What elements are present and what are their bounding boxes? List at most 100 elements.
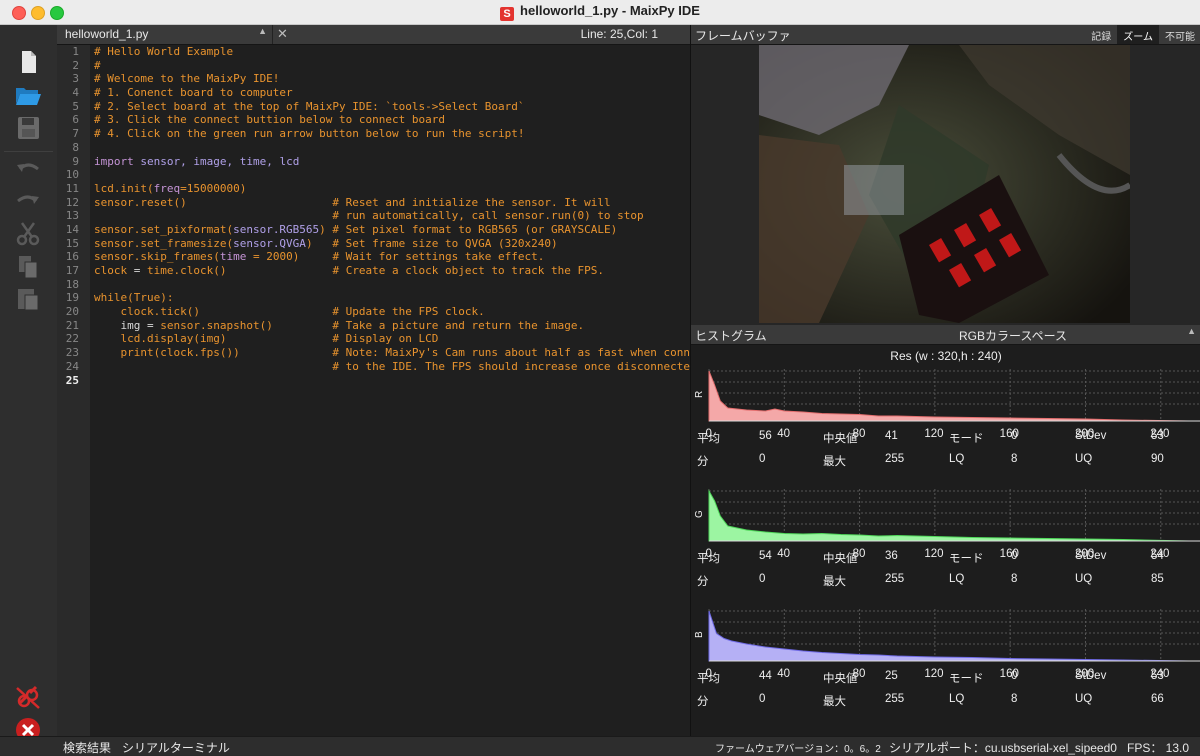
- code-line[interactable]: # Welcome to the MaixPy IDE!: [94, 72, 690, 86]
- file-selector[interactable]: helloworld_1.py ▲: [57, 25, 273, 44]
- firmware-version: ファームウェアバージョン：0。6。2: [715, 744, 881, 755]
- stats-row: 平均 44 中央値 25 モード 0 StDev 53: [691, 670, 1200, 688]
- code-line[interactable]: lcd.display(img) # Display on LCD: [94, 332, 690, 346]
- stat-label: LQ: [949, 453, 965, 465]
- code-token: #: [94, 58, 101, 72]
- code-line[interactable]: sensor.skip_frames(time = 2000) # Wait f…: [94, 250, 690, 264]
- code-line[interactable]: [94, 168, 690, 182]
- status-bar: 検索結果 シリアルターミナル ファームウェアバージョン：0。6。2 シリアルポー…: [0, 736, 1200, 755]
- stat-value: 90: [1151, 453, 1164, 465]
- code-line[interactable]: [94, 374, 690, 388]
- stats-row: 平均 56 中央値 41 モード 0 StDev 53: [691, 430, 1200, 448]
- code-token: time.clock(): [147, 264, 227, 277]
- code-line[interactable]: # 3. Click the connect buttion below to …: [94, 113, 690, 127]
- code-line[interactable]: # 2. Select board at the top of MaixPy I…: [94, 100, 690, 114]
- code-token: # 1. Conenct board to computer: [94, 86, 293, 100]
- code-line[interactable]: import sensor, image, time, lcd: [94, 155, 690, 169]
- redo-icon[interactable]: [14, 189, 42, 215]
- code-token: sensor.reset(): [94, 195, 187, 209]
- disable-button[interactable]: 不可能: [1159, 25, 1200, 44]
- stat-value: 8: [1011, 693, 1018, 705]
- code-line[interactable]: [94, 278, 690, 292]
- code-token: # Hello World Example: [94, 45, 234, 58]
- stat-label: 中央値: [823, 553, 858, 565]
- stat-label: 中央値: [823, 433, 858, 445]
- copy-icon[interactable]: [14, 254, 42, 280]
- code-line[interactable]: # to the IDE. The FPS should increase on…: [94, 360, 703, 374]
- histogram-g-plot: G: [694, 489, 1200, 542]
- code-area[interactable]: # Hello World Example # # Welcome to the M…: [94, 45, 723, 388]
- right-panel: フレームバッファ 記録 ズーム 不可能 ヒストグラム RGBカラースペース ▲ …: [690, 25, 1200, 736]
- disconnected-icon[interactable]: [14, 685, 42, 711]
- line-number: 11: [65, 181, 79, 195]
- stat-label: LQ: [949, 573, 965, 585]
- stats-row: 平均 54 中央値 36 モード 0 StDev 54: [691, 550, 1200, 568]
- stat-label: StDev: [1075, 430, 1107, 442]
- line-number: 3: [72, 72, 79, 86]
- code-line[interactable]: # Hello World Example: [94, 45, 690, 59]
- search-results-tab[interactable]: 検索結果: [63, 739, 111, 756]
- code-line[interactable]: sensor.set_framesize(sensor.QVGA) # Set …: [94, 237, 690, 251]
- code-line[interactable]: while(True):: [94, 291, 690, 305]
- code-line[interactable]: # 1. Conenct board to computer: [94, 86, 690, 100]
- code-token: sensor.RGB565: [233, 222, 320, 236]
- line-number: 8: [72, 140, 79, 154]
- code-editor[interactable]: helloworld_1.py ▲ ✕ Line: 25,Col: 1 1234…: [57, 25, 723, 736]
- code-token: # Set pixel format to RGB565 (or GRAYSCA…: [325, 222, 618, 236]
- code-token: # Set frame size to QVGA (320x240): [312, 236, 558, 250]
- stat-value: 0: [759, 693, 766, 705]
- code-line[interactable]: [94, 141, 690, 155]
- new-file-icon[interactable]: [14, 49, 42, 75]
- close-file-icon[interactable]: ✕: [277, 26, 288, 42]
- updown-arrow-icon[interactable]: ▲: [1187, 326, 1196, 336]
- app-logo-icon: S: [500, 7, 515, 21]
- code-line[interactable]: clock.tick() # Update the FPS clock.: [94, 305, 690, 319]
- histogram-r-plot: R: [694, 369, 1200, 422]
- code-token: time: [219, 250, 247, 264]
- paste-icon[interactable]: [14, 286, 42, 312]
- code-token: print(clock.fps()): [94, 346, 240, 360]
- serial-port[interactable]: シリアルポート：cu.usbserial-xel_sipeed0: [889, 739, 1117, 756]
- code-line[interactable]: print(clock.fps()) # Note: MaixPy's Cam …: [94, 346, 723, 360]
- stat-value: 53: [1151, 670, 1164, 682]
- code-token: # Update the FPS clock.: [199, 305, 485, 319]
- camera-frame: [759, 45, 1130, 323]
- histogram-title: ヒストグラム: [695, 329, 767, 343]
- code-line[interactable]: # run automatically, call sensor.run(0) …: [94, 209, 690, 223]
- line-number: 10: [65, 168, 79, 182]
- code-line[interactable]: sensor.reset() # Reset and initialize th…: [94, 196, 690, 210]
- line-number: 4: [72, 86, 79, 100]
- histogram-r-area: [708, 370, 1190, 422]
- code-line[interactable]: lcd.init(freq=15000000): [94, 182, 690, 196]
- left-toolbar: [0, 25, 58, 742]
- undo-icon[interactable]: [14, 157, 42, 183]
- code-token: clock: [94, 264, 128, 277]
- code-token: sensor.QVGA: [233, 236, 306, 250]
- line-number: 5: [72, 99, 79, 113]
- code-token: # 2. Select board at the top of MaixPy I…: [94, 99, 525, 113]
- record-button[interactable]: 記録: [1085, 25, 1117, 44]
- code-token: sensor.set_framesize(: [94, 236, 234, 250]
- code-line[interactable]: # 4. Click on the green run arrow button…: [94, 127, 690, 141]
- code-line[interactable]: #: [94, 59, 690, 73]
- code-token: img: [94, 318, 141, 332]
- window-title-text: helloworld_1.py - MaixPy IDE: [520, 3, 700, 18]
- code-line[interactable]: sensor.set_pixformat(sensor.RGB565) # Se…: [94, 223, 690, 237]
- fps-readout: FPS： 13.0: [1127, 741, 1190, 755]
- zoom-button[interactable]: ズーム: [1117, 25, 1159, 44]
- code-line[interactable]: img = sensor.snapshot() # Take a picture…: [94, 319, 690, 333]
- code-token: # Wait for settings take effect.: [299, 250, 545, 264]
- serial-terminal-tab[interactable]: シリアルターミナル: [122, 739, 230, 756]
- updown-arrow-icon: ▲: [258, 26, 267, 36]
- stat-value: 255: [885, 573, 905, 585]
- color-space-select[interactable]: RGBカラースペース: [959, 327, 1067, 344]
- cut-icon[interactable]: [14, 221, 42, 247]
- code-line[interactable]: clock = time.clock() # Create a clock ob…: [94, 264, 690, 278]
- stat-label: UQ: [1075, 573, 1093, 585]
- stat-label: 分: [697, 576, 709, 588]
- code-token: # Display on LCD: [226, 332, 439, 346]
- open-folder-icon[interactable]: [14, 82, 42, 108]
- code-token: lcd.display(img): [94, 332, 227, 346]
- save-icon[interactable]: [14, 115, 42, 141]
- line-number: 1: [72, 45, 79, 58]
